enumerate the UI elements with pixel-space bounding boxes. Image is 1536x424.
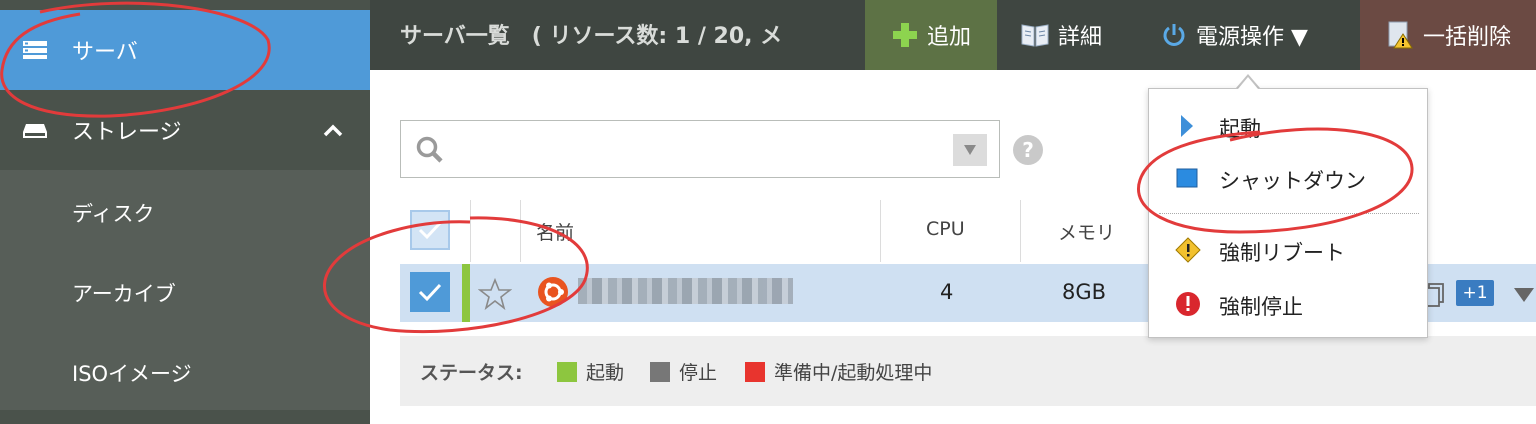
power-button-label: 電源操作 ▼ — [1196, 25, 1308, 50]
row-checkbox[interactable] — [410, 272, 450, 312]
bulk-delete-button[interactable]: 一括削除 — [1360, 0, 1536, 70]
svg-text:?: ? — [1022, 138, 1034, 162]
column-divider — [1020, 200, 1021, 262]
column-divider — [520, 200, 521, 262]
sidebar-item-server[interactable]: サーバ — [0, 10, 370, 90]
column-header-cpu[interactable]: CPU — [926, 218, 965, 240]
chevron-up-icon[interactable] — [322, 120, 344, 142]
detail-button[interactable]: 詳細 — [1020, 0, 1140, 70]
extra-count-badge[interactable]: +1 — [1456, 280, 1494, 306]
stop-icon — [1176, 168, 1198, 188]
warning-document-icon — [1388, 21, 1413, 49]
help-icon[interactable]: ? — [1012, 134, 1044, 166]
caret-down-icon — [964, 145, 976, 155]
play-icon — [1181, 115, 1193, 137]
sidebar-item-label: サーバ — [72, 40, 138, 65]
select-all-checkbox[interactable] — [410, 210, 450, 250]
legend-title: ステータス: — [420, 362, 523, 384]
legend-swatch-stopped — [650, 362, 670, 382]
legend-label-preparing: 準備中/起動処理中 — [774, 362, 933, 384]
column-header-name[interactable]: 名前 — [536, 218, 574, 245]
cpu-value: 4 — [940, 280, 954, 304]
menu-item-label: 強制リブート — [1219, 241, 1345, 265]
search-options-dropdown[interactable] — [953, 134, 987, 166]
check-icon — [418, 221, 442, 240]
add-button[interactable]: 追加 — [865, 0, 997, 70]
legend-label-stopped: 停止 — [679, 362, 718, 384]
add-button-label: 追加 — [926, 25, 971, 50]
legend-swatch-running — [557, 362, 577, 382]
menu-item-label: 強制停止 — [1219, 295, 1303, 319]
page-title: サーバ一覧 ( リソース数: 1 / 20, メ — [400, 24, 783, 49]
search-input[interactable] — [461, 131, 931, 167]
status-indicator — [462, 264, 470, 322]
menu-caret-inner — [1238, 77, 1258, 89]
column-divider — [880, 200, 881, 262]
book-icon — [1021, 24, 1049, 47]
bulk-delete-button-label: 一括削除 — [1422, 25, 1511, 50]
column-header-memory[interactable]: メモリ — [1058, 218, 1115, 245]
power-button[interactable]: 電源操作 ▼ — [1160, 0, 1340, 70]
sidebar-item-disk[interactable]: ディスク — [72, 198, 155, 228]
menu-item-label: シャットダウン — [1219, 169, 1366, 193]
sidebar-item-label: ストレージ — [72, 120, 182, 145]
menu-item-shutdown[interactable]: シャットダウン — [1149, 153, 1429, 203]
search-box — [400, 120, 1000, 178]
toolbar: サーバ一覧 ( リソース数: 1 / 20, メ 追加 詳細 電源操作 ▼ 一括… — [370, 0, 1536, 70]
plus-icon — [892, 23, 917, 47]
error-icon — [1176, 292, 1200, 316]
menu-item-start[interactable]: 起動 — [1149, 101, 1429, 151]
column-divider — [470, 200, 471, 262]
storage-submenu: ディスク アーカイブ ISOイメージ — [0, 170, 370, 410]
menu-item-force-stop[interactable]: 強制停止 — [1149, 279, 1429, 329]
detail-button-label: 詳細 — [1058, 25, 1103, 50]
star-icon[interactable] — [478, 278, 512, 310]
server-name[interactable]: ██████ ████ █████ — [578, 278, 793, 304]
sidebar-item-archive[interactable]: アーカイブ — [72, 278, 176, 308]
check-icon — [418, 283, 442, 302]
server-icon — [23, 41, 47, 59]
legend-swatch-preparing — [745, 362, 765, 382]
search-icon — [416, 136, 443, 163]
legend-label-running: 起動 — [586, 362, 625, 384]
menu-separator — [1159, 213, 1419, 214]
sidebar-footer — [0, 410, 370, 424]
power-icon — [1163, 24, 1185, 46]
power-menu: 起動 シャットダウン 強制リブート 強制停止 — [1148, 88, 1428, 338]
menu-item-label: 起動 — [1219, 117, 1261, 141]
menu-item-force-reboot[interactable]: 強制リブート — [1149, 225, 1429, 275]
ubuntu-icon — [538, 277, 568, 307]
row-menu-caret-icon[interactable] — [1512, 286, 1536, 304]
sidebar: サーバ ストレージ ディスク アーカイブ ISOイメージ — [0, 0, 370, 424]
sidebar-item-storage[interactable]: ストレージ — [0, 90, 370, 170]
status-legend: ステータス: 起動 停止 準備中/起動処理中 — [400, 336, 1536, 406]
memory-value: 8GB — [1062, 280, 1107, 304]
storage-icon — [23, 124, 47, 138]
warning-icon — [1175, 237, 1201, 263]
sidebar-item-iso-image[interactable]: ISOイメージ — [72, 358, 192, 388]
